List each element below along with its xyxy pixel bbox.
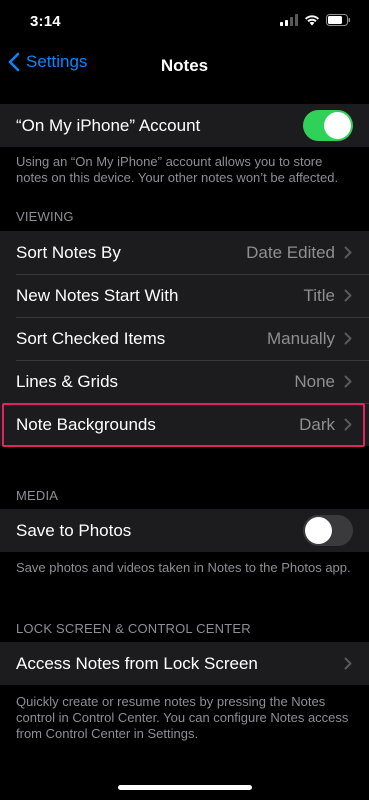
row-value: Title xyxy=(303,285,336,305)
account-footer: Using an “On My iPhone” account allows y… xyxy=(16,154,339,185)
note-backgrounds-row[interactable]: Note Backgrounds Dark xyxy=(0,403,369,446)
account-group: “On My iPhone” Account xyxy=(0,104,369,147)
status-icons xyxy=(280,14,351,26)
home-indicator[interactable] xyxy=(118,785,252,790)
lock-screen-group: Access Notes from Lock Screen xyxy=(0,642,369,685)
sort-checked-items-row[interactable]: Sort Checked Items Manually xyxy=(0,317,369,360)
lines-and-grids-row[interactable]: Lines & Grids None xyxy=(0,360,369,403)
chevron-right-icon xyxy=(343,418,353,431)
save-to-photos-row: Save to Photos xyxy=(0,509,369,552)
media-header: MEDIA xyxy=(16,488,59,503)
row-label: New Notes Start With xyxy=(16,285,179,305)
status-bar: 3:14 xyxy=(0,0,369,44)
chevron-right-icon xyxy=(343,657,353,670)
row-label: Sort Notes By xyxy=(16,242,121,262)
wifi-icon xyxy=(305,15,319,26)
lock-screen-footer: Quickly create or resume notes by pressi… xyxy=(16,694,349,741)
battery-icon xyxy=(326,14,351,26)
row-label: Lines & Grids xyxy=(16,371,119,391)
save-to-photos-label: Save to Photos xyxy=(16,520,132,540)
save-to-photos-toggle[interactable] xyxy=(303,515,353,546)
chevron-right-icon xyxy=(343,332,353,345)
row-value: None xyxy=(294,371,335,391)
lock-screen-header: LOCK SCREEN & CONTROL CENTER xyxy=(16,621,251,636)
cellular-signal-icon xyxy=(280,14,298,26)
toggle-knob xyxy=(324,112,351,139)
media-group: Save to Photos xyxy=(0,509,369,552)
access-notes-lock-screen-row[interactable]: Access Notes from Lock Screen xyxy=(0,642,369,685)
row-label: Sort Checked Items xyxy=(16,328,166,348)
viewing-group: Sort Notes By Date Edited New Notes Star… xyxy=(0,231,369,446)
viewing-header: VIEWING xyxy=(16,209,74,224)
sort-notes-by-row[interactable]: Sort Notes By Date Edited xyxy=(0,231,369,274)
chevron-right-icon xyxy=(343,246,353,259)
page-title: Notes xyxy=(160,56,209,75)
row-value: Manually xyxy=(266,328,335,348)
row-value: Dark xyxy=(299,414,335,434)
navigation-bar: Settings Notes xyxy=(0,44,369,88)
media-footer: Save photos and videos taken in Notes to… xyxy=(16,560,351,575)
row-value: Date Edited xyxy=(246,242,335,262)
account-label: “On My iPhone” Account xyxy=(16,115,201,135)
toggle-knob xyxy=(305,517,332,544)
row-label: Access Notes from Lock Screen xyxy=(16,653,258,673)
account-toggle[interactable] xyxy=(303,110,353,141)
status-time: 3:14 xyxy=(30,13,61,30)
new-notes-start-with-row[interactable]: New Notes Start With Title xyxy=(0,274,369,317)
chevron-right-icon xyxy=(343,375,353,388)
row-label: Note Backgrounds xyxy=(16,414,156,434)
chevron-right-icon xyxy=(343,289,353,302)
account-row: “On My iPhone” Account xyxy=(0,104,369,147)
